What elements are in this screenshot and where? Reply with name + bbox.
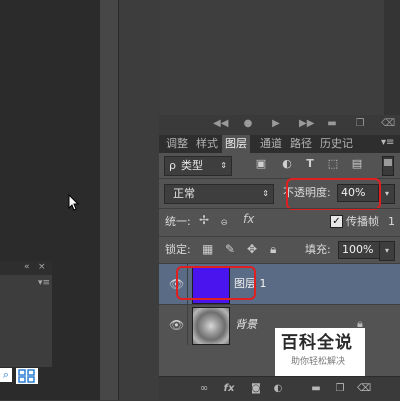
play-icon[interactable]: ▶ (271, 119, 281, 129)
mini-panel-header: « × (0, 261, 52, 275)
propagate-frame-label: 传播帧 (346, 215, 379, 228)
layer-style-icon[interactable]: fx (222, 382, 236, 396)
animation-frames-area (159, 0, 385, 115)
panel-gutter (100, 0, 118, 400)
animation-toolbar: ◀◀ ● ▶ ▶▶ ▬ ❐ ⌫ (159, 115, 400, 136)
mini-panel (0, 261, 52, 367)
lock-move-icon[interactable]: ✥ (247, 242, 257, 256)
adjustment-layer-icon[interactable]: ◐ (271, 382, 285, 396)
stop-icon[interactable]: ● (243, 119, 253, 129)
delete-layer-icon[interactable]: ⌫ (357, 382, 371, 396)
adjustment-filter-icon[interactable]: ◐ (280, 157, 294, 171)
lock-paint-icon[interactable]: ✎ (225, 242, 235, 256)
layers-panel-tabs: 调整 样式 图层 通道 路径 历史记 ▾≡ (159, 135, 400, 153)
new-group-icon[interactable]: ▬ (309, 382, 323, 396)
filter-kind-label: 类型 (181, 159, 203, 172)
dropdown-arrows-icon: ⇕ (220, 161, 227, 170)
shape-filter-icon[interactable]: ⬚ (326, 157, 340, 171)
propagate-frame-checkbox[interactable]: ✓ (330, 215, 343, 228)
collapsed-panel-dock (118, 0, 160, 400)
image-filter-icon[interactable]: ▣ (254, 157, 268, 171)
layer-name[interactable]: 背景 (235, 318, 257, 332)
layers-bottom-toolbar: ∞ fx ◙ ◐ ▬ ❐ ⌫ (159, 376, 400, 401)
delete-icon[interactable]: ⌫ (381, 119, 395, 129)
first-frame-icon[interactable]: ◀◀ (213, 119, 228, 129)
blend-mode-select[interactable]: 正常 ⇕ (164, 184, 274, 204)
fill-label: 填充: (305, 243, 331, 256)
opacity-highlight (286, 178, 381, 210)
lock-label: 锁定: (165, 243, 191, 256)
background-thumbnail[interactable] (192, 307, 230, 345)
opacity-dropdown-arrow[interactable]: ▾ (379, 184, 395, 204)
animation-panel-scrollbar[interactable] (384, 0, 400, 115)
layer-thumbnail-highlight (176, 266, 256, 300)
propagate-frame-number: 1 (388, 215, 395, 228)
close-x-icon[interactable]: × (38, 262, 46, 272)
watermark-subtitle: 助你轻松解决 (291, 357, 346, 367)
filter-toggle[interactable] (382, 156, 394, 176)
type-filter-icon[interactable]: T (303, 157, 317, 171)
layer-row-layer1[interactable]: 👁︎ 图层 1 (159, 264, 400, 304)
blend-mode-label: 正常 (173, 187, 195, 200)
link-layers-icon[interactable]: ∞ (197, 382, 211, 396)
filter-kind-select[interactable]: ρ 类型 ⇕ (164, 156, 232, 176)
new-frame-icon[interactable]: ❐ (355, 119, 365, 129)
grid-view-icon[interactable] (16, 368, 38, 384)
folder-icon[interactable]: ▬ (327, 119, 337, 129)
tab-history[interactable]: 历史记 (317, 135, 356, 153)
dropdown-arrows-icon: ⇕ (262, 189, 269, 198)
panel-menu-icon[interactable]: ▾≡ (38, 278, 50, 288)
unify-position-icon[interactable]: ✢ (199, 213, 209, 227)
add-mask-icon[interactable]: ◙ (249, 382, 263, 396)
tab-paths[interactable]: 路径 (287, 135, 315, 153)
new-layer-icon[interactable]: ❐ (333, 382, 347, 396)
unify-visibility-icon[interactable]: ဓ (221, 213, 228, 231)
watermark: 百科全说 助你轻松解决 (275, 328, 365, 376)
tab-layers[interactable]: 图层 (222, 135, 250, 153)
unify-style-icon[interactable]: fx (243, 212, 254, 226)
next-frame-icon[interactable]: ▶▶ (299, 119, 314, 129)
fill-dropdown-arrow[interactable]: ▾ (379, 241, 395, 261)
filter-prefix-icon: ρ (169, 159, 176, 172)
tab-channels[interactable]: 通道 (257, 135, 285, 153)
search-small-icon[interactable]: ⌕ (0, 368, 12, 382)
fill-input[interactable]: 100% (338, 241, 380, 259)
watermark-title: 百科全说 (281, 333, 353, 353)
lock-all-icon[interactable]: 🔒︎ (270, 242, 276, 257)
unify-label: 统一: (165, 215, 191, 228)
eye-icon[interactable]: 👁︎ (169, 318, 184, 332)
smart-object-filter-icon[interactable]: ▤ (350, 157, 364, 171)
tab-styles[interactable]: 样式 (193, 135, 221, 153)
lock-transparent-icon[interactable]: ▦ (202, 242, 213, 256)
panel-menu-icon[interactable]: ▾≡ (381, 137, 394, 148)
collapse-arrows-icon[interactable]: « (24, 262, 30, 272)
tab-adjustments[interactable]: 调整 (163, 135, 191, 153)
mouse-cursor (68, 193, 80, 215)
